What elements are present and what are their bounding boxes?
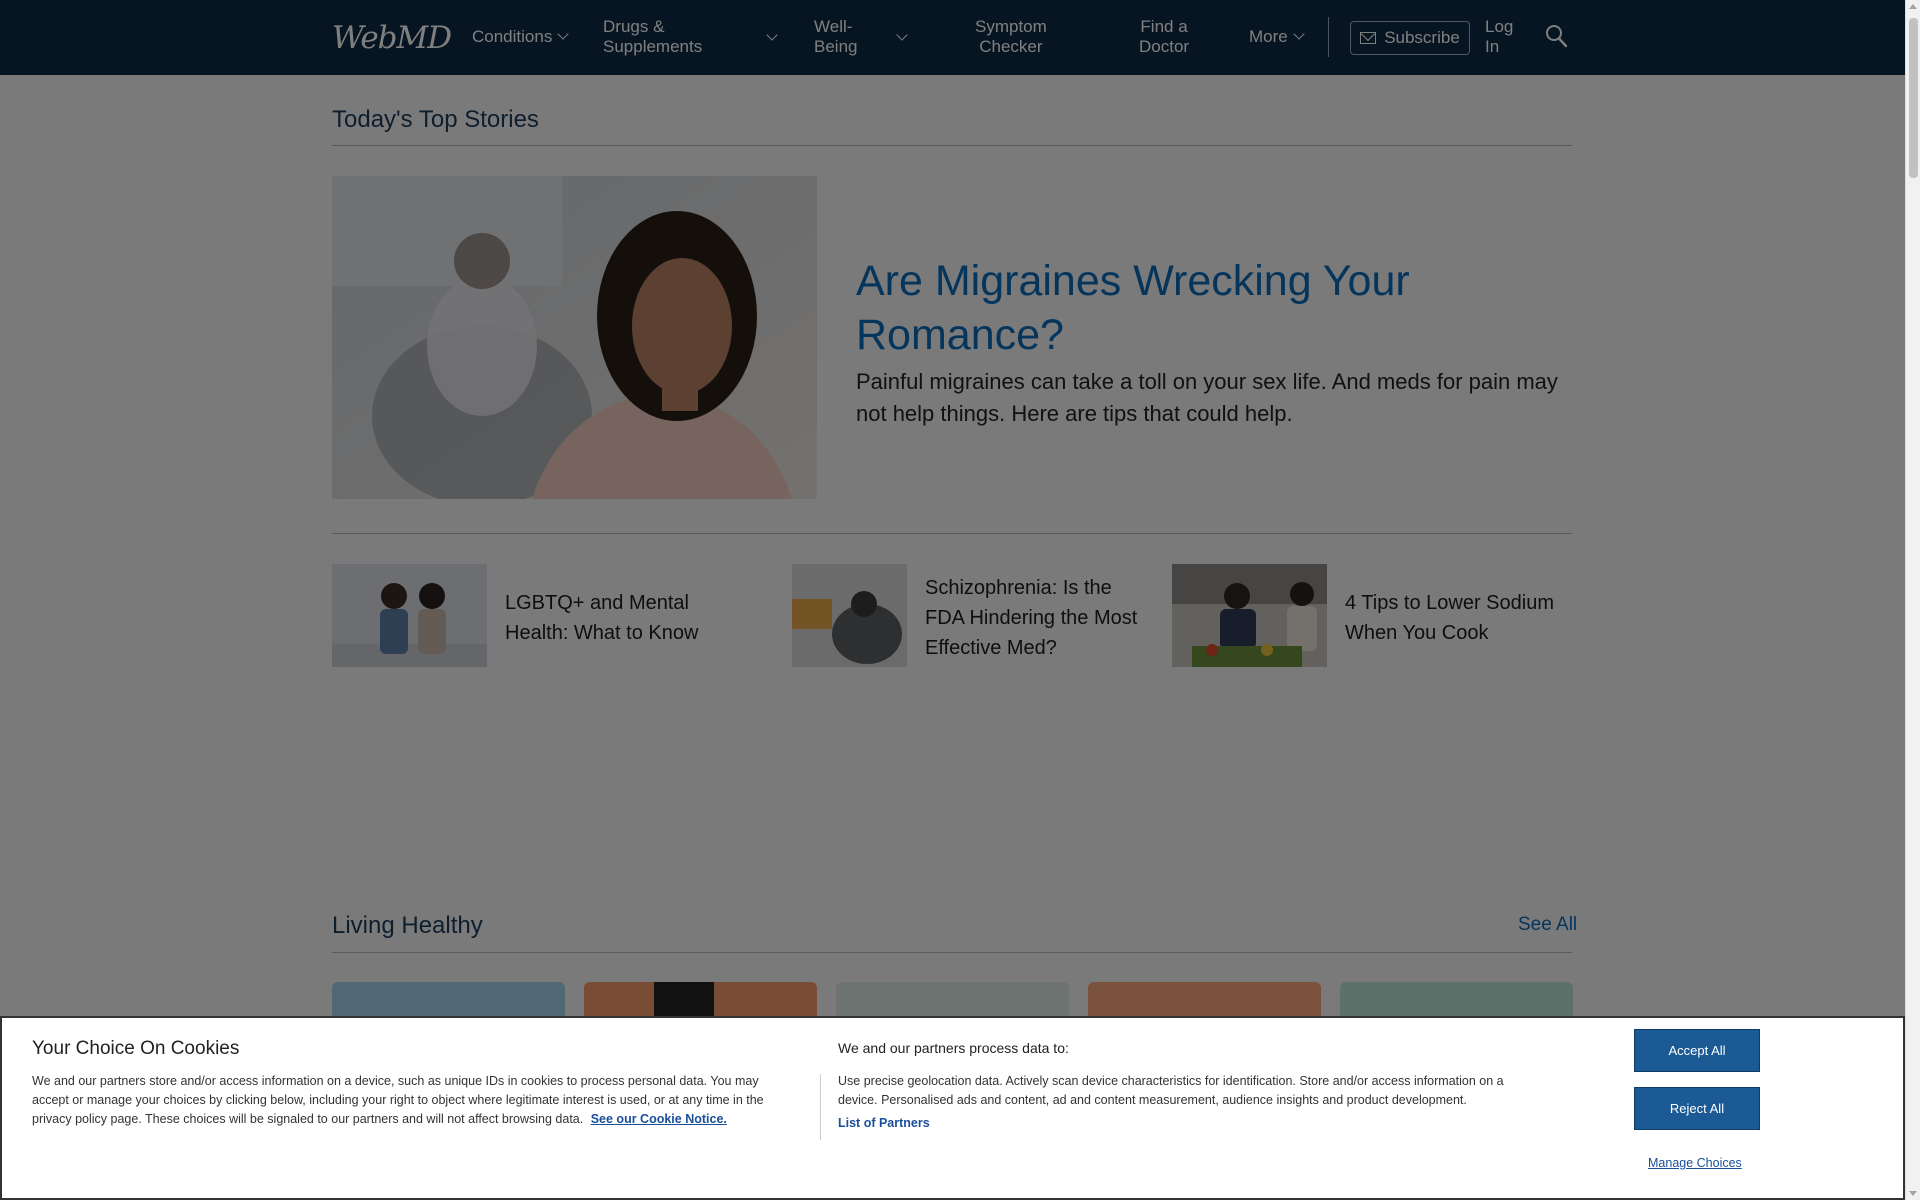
- cookie-description: We and our partners store and/or access …: [32, 1072, 792, 1129]
- scroll-down-arrow-icon[interactable]: [1909, 1191, 1917, 1196]
- accept-all-button[interactable]: Accept All: [1634, 1029, 1760, 1072]
- cookie-purposes: Use precise geolocation data. Actively s…: [838, 1074, 1504, 1107]
- cookie-process-title: We and our partners process data to:: [838, 1040, 1069, 1056]
- manage-choices-link[interactable]: Manage Choices: [1648, 1156, 1742, 1170]
- cookie-consent-banner: Your Choice On Cookies We and our partne…: [0, 1016, 1905, 1200]
- cookie-divider: [820, 1074, 821, 1140]
- cookie-notice-link[interactable]: See our Cookie Notice.: [591, 1112, 727, 1126]
- page-scrollbar[interactable]: [1905, 0, 1920, 1200]
- scrollbar-thumb[interactable]: [1909, 18, 1918, 178]
- reject-all-button[interactable]: Reject All: [1634, 1087, 1760, 1130]
- list-of-partners-link[interactable]: List of Partners: [838, 1116, 930, 1130]
- scroll-up-arrow-icon[interactable]: [1909, 4, 1917, 9]
- cookie-title: Your Choice On Cookies: [32, 1038, 240, 1059]
